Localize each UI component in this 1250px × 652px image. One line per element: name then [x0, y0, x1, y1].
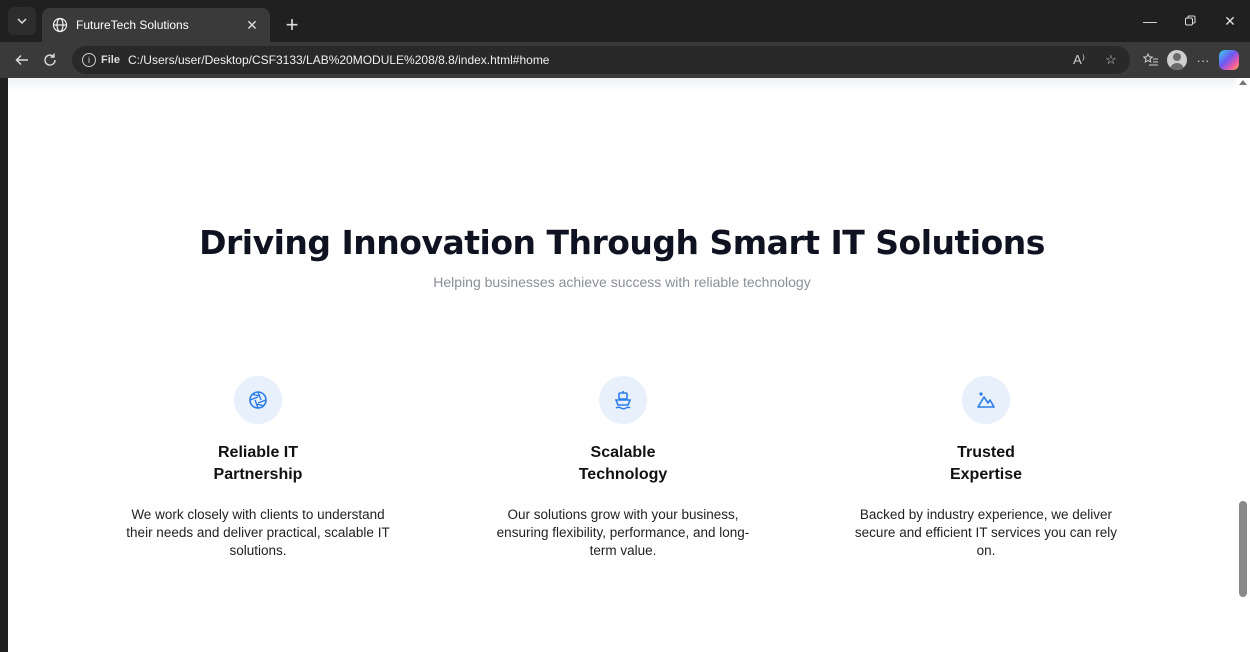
profile-button[interactable]	[1164, 47, 1190, 73]
hero-subtitle: Helping businesses achieve success with …	[433, 274, 811, 290]
hero-section: Driving Innovation Through Smart IT Solu…	[8, 223, 1236, 290]
ship-icon	[614, 391, 632, 410]
refresh-icon	[44, 53, 56, 66]
feature-description-line: Backed by industry experience, we delive…	[859, 507, 1113, 522]
feature-description: Backed by industry experience, we delive…	[826, 506, 1146, 560]
feature-icon-circle	[234, 376, 282, 424]
feature-description-line: secure and efficient IT services you can…	[854, 525, 1118, 540]
tab-close-icon[interactable]: ✕	[244, 17, 260, 33]
browser-tab[interactable]: FutureTech Solutions ✕	[42, 8, 270, 42]
feature-description: We work closely with clients to understa…	[98, 506, 418, 560]
header-shadow	[8, 78, 1236, 92]
tab-list-button[interactable]	[8, 7, 36, 35]
feature-title-line: Partnership	[213, 466, 303, 483]
new-tab-button[interactable]: +	[278, 11, 306, 39]
avatar	[1167, 50, 1187, 70]
feature-description-line: on.	[976, 543, 996, 558]
minimize-button[interactable]: —	[1130, 0, 1170, 42]
feature-card-partnership: Reliable IT Partnership We work closely …	[98, 376, 418, 560]
feature-card-expertise: Trusted Expertise Backed by industry exp…	[826, 376, 1146, 560]
feature-description-line: term value.	[589, 543, 657, 558]
restore-button[interactable]	[1170, 0, 1210, 42]
feature-icon-circle	[962, 376, 1010, 424]
feature-title-line: Reliable IT	[217, 444, 299, 461]
feature-description-line: Our solutions grow with your business,	[507, 507, 739, 522]
favorite-star-icon[interactable]: ☆	[1098, 47, 1124, 73]
feature-description-line: ensuring flexibility, performance, and l…	[496, 525, 750, 540]
window-controls: — ✕	[1130, 0, 1250, 42]
scroll-up-arrow-icon[interactable]	[1239, 80, 1247, 85]
read-aloud-icon[interactable]: A⁾	[1066, 47, 1092, 73]
feature-card-technology: Scalable Technology Our solutions grow w…	[463, 376, 783, 560]
feature-title: Scalable Technology	[463, 442, 783, 486]
refresh-button[interactable]	[36, 46, 64, 74]
hero-title: Driving Innovation Through Smart IT Solu…	[199, 223, 1045, 262]
feature-title-line: Scalable	[590, 444, 656, 461]
feature-title-line: Technology	[578, 466, 668, 483]
copilot-button[interactable]	[1216, 47, 1242, 73]
info-icon: i	[82, 53, 96, 67]
tab-bar: FutureTech Solutions ✕ + — ✕	[0, 0, 1250, 42]
restore-icon	[1185, 15, 1196, 26]
feature-title-line: Trusted	[957, 444, 1015, 461]
feature-icon-circle	[599, 376, 647, 424]
copilot-icon	[1219, 50, 1239, 70]
feature-description-line: We work closely with clients to understa…	[131, 507, 385, 522]
aperture-icon	[249, 391, 267, 409]
page-viewport: Driving Innovation Through Smart IT Solu…	[8, 78, 1236, 652]
file-label: File	[101, 54, 120, 66]
feature-description-line: their needs and deliver practical, scala…	[126, 525, 390, 540]
favorites-icon[interactable]	[1138, 47, 1164, 73]
chevron-down-icon	[17, 18, 27, 25]
tab-title: FutureTech Solutions	[76, 18, 189, 32]
scrollbar-thumb[interactable]	[1239, 501, 1247, 597]
url-text[interactable]: C:/Users/user/Desktop/CSF3133/LAB%20MODU…	[128, 53, 1066, 67]
back-arrow-icon	[15, 55, 28, 65]
globe-icon	[52, 17, 68, 33]
vertical-scrollbar[interactable]	[1236, 78, 1250, 652]
browser-toolbar: i File C:/Users/user/Desktop/CSF3133/LAB…	[0, 42, 1250, 78]
site-info-button[interactable]: i File	[82, 53, 120, 67]
mountain-icon	[977, 392, 995, 408]
back-button[interactable]	[8, 46, 36, 74]
feature-description-line: solutions.	[229, 543, 287, 558]
close-window-button[interactable]: ✕	[1210, 0, 1250, 42]
address-bar[interactable]: i File C:/Users/user/Desktop/CSF3133/LAB…	[72, 46, 1130, 74]
more-menu-icon[interactable]: ···	[1190, 47, 1216, 73]
feature-description: Our solutions grow with your business, e…	[463, 506, 783, 560]
feature-title-line: Expertise	[949, 466, 1023, 483]
feature-title: Reliable IT Partnership	[98, 442, 418, 486]
feature-title: Trusted Expertise	[826, 442, 1146, 486]
